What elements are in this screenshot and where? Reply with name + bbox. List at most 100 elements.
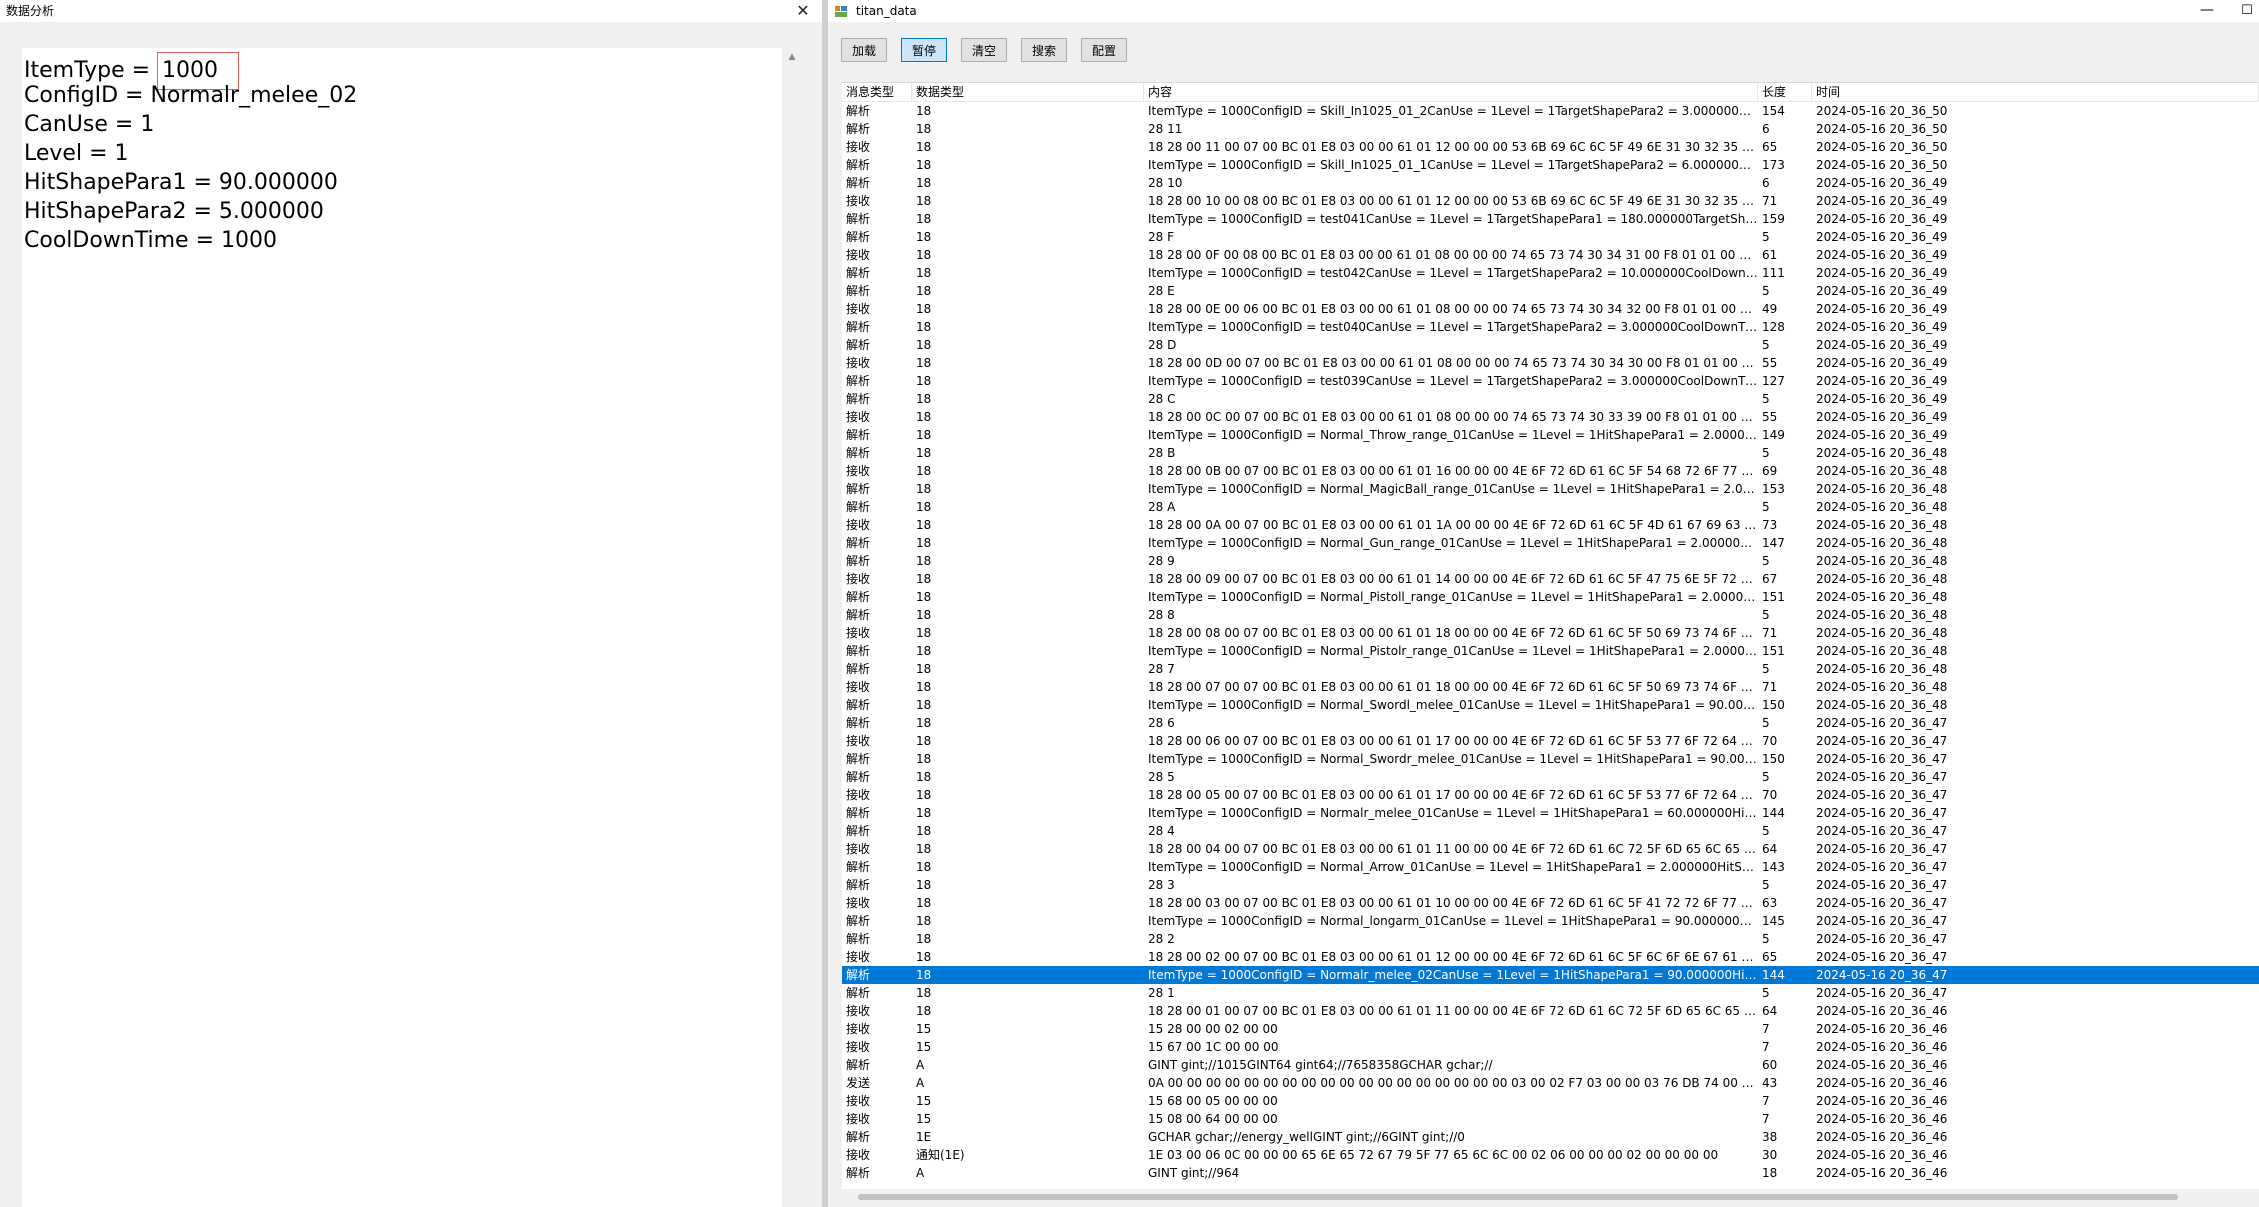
table-row[interactable]: 接收 18 18 28 00 09 00 07 00 BC 01 E8 03 00 … [842, 570, 2259, 588]
table-row[interactable]: 解析 18 ItemType = 1000ConfigID = Normal_Arr… [842, 858, 2259, 876]
table-row[interactable]: 接收 18 18 28 00 08 00 07 00 BC 01 E8 03 00 … [842, 624, 2259, 642]
table-row[interactable]: 解析 18 28 5 5 2024-05-16 20_36_47 [842, 768, 2259, 786]
table-row[interactable]: 接收 18 18 28 00 11 00 07 00 BC 01 E8 03 00 … [842, 138, 2259, 156]
table-row[interactable]: 解析 18 28 11 6 2024-05-16 20_36_50 [842, 120, 2259, 138]
scrollbar-thumb[interactable] [858, 1194, 2178, 1200]
table-row[interactable]: 解析 18 ItemType = 1000ConfigID = test040Can… [842, 318, 2259, 336]
cell-content: 18 28 00 05 00 07 00 BC 01 E8 03 00 00 6… [1148, 788, 1758, 802]
table-row[interactable]: 解析 18 28 7 5 2024-05-16 20_36_48 [842, 660, 2259, 678]
table-row[interactable]: 接收 18 18 28 00 0C 00 07 00 BC 01 E8 03 00 … [842, 408, 2259, 426]
column-header-length[interactable]: 长度 [1758, 83, 1812, 101]
table-row[interactable]: 解析 18 28 9 5 2024-05-16 20_36_48 [842, 552, 2259, 570]
cell-message-type: 接收 [846, 680, 871, 694]
table-row[interactable]: 解析 18 28 4 5 2024-05-16 20_36_47 [842, 822, 2259, 840]
table-row[interactable]: 接收 18 18 28 00 0E 00 06 00 BC 01 E8 03 00 … [842, 300, 2259, 318]
cell-length: 18 [1762, 1166, 1778, 1180]
message-grid[interactable]: 消息类型 数据类型 内容 长度 时间 解析 18 ItemType = 1000Co… [842, 82, 2259, 1190]
table-row[interactable]: 接收 15 15 67 00 1C 00 00 00 7 2024-05-16 20_3… [842, 1038, 2259, 1056]
table-row[interactable]: 接收 18 18 28 00 05 00 07 00 BC 01 E8 03 00 … [842, 786, 2259, 804]
cell-data-type: 18 [916, 266, 932, 280]
table-row[interactable]: 接收 18 18 28 00 0B 00 07 00 BC 01 E8 03 00 … [842, 462, 2259, 480]
table-row[interactable]: 解析 18 28 D 5 2024-05-16 20_36_49 [842, 336, 2259, 354]
cell-length: 153 [1762, 482, 1785, 496]
table-row[interactable]: 接收 15 15 08 00 64 00 00 00 7 2024-05-16 20_3… [842, 1110, 2259, 1128]
table-row[interactable]: 发送 A 0A 00 00 00 00 00 00 00 00 00 00 00 0… [842, 1074, 2259, 1092]
horizontal-scrollbar[interactable] [828, 1189, 2259, 1207]
column-header-time[interactable]: 时间 [1812, 83, 2259, 101]
table-row[interactable]: 解析 A GINT gint;//964 18 2024-05-16 20_36_46 [842, 1164, 2259, 1182]
table-row[interactable]: 接收 18 18 28 00 0A 00 07 00 BC 01 E8 03 00 … [842, 516, 2259, 534]
cell-message-type: 解析 [846, 590, 871, 604]
cell-length: 5 [1762, 338, 1770, 352]
table-row[interactable]: 解析 18 ItemType = 1000ConfigID = Normal_Swo… [842, 696, 2259, 714]
table-row[interactable]: 解析 18 ItemType = 1000ConfigID = Normalr_me… [842, 804, 2259, 822]
table-row[interactable]: 接收 18 18 28 00 04 00 07 00 BC 01 E8 03 00 … [842, 840, 2259, 858]
table-row[interactable]: 接收 15 15 68 00 05 00 00 00 7 2024-05-16 20_3… [842, 1092, 2259, 1110]
column-header-data-type[interactable]: 数据类型 [912, 83, 1144, 101]
table-row[interactable]: 接收 18 18 28 00 0F 00 08 00 BC 01 E8 03 00 … [842, 246, 2259, 264]
table-row[interactable]: 解析 18 28 B 5 2024-05-16 20_36_48 [842, 444, 2259, 462]
cell-length: 151 [1762, 590, 1785, 604]
cell-length: 70 [1762, 734, 1778, 748]
column-header-message-type[interactable]: 消息类型 [842, 83, 912, 101]
table-row[interactable]: 解析 18 28 C 5 2024-05-16 20_36_49 [842, 390, 2259, 408]
table-row[interactable]: 解析 18 28 F 5 2024-05-16 20_36_49 [842, 228, 2259, 246]
cell-time: 2024-05-16 20_36_48 [1816, 608, 1948, 622]
table-row[interactable]: 解析 18 ItemType = 1000ConfigID = test039Can… [842, 372, 2259, 390]
cell-length: 64 [1762, 842, 1778, 856]
table-row[interactable]: 解析 A GINT gint;//1015GINT64 gint64;//76583… [842, 1056, 2259, 1074]
cell-data-type: 18 [916, 122, 932, 136]
table-row[interactable]: 解析 18 28 E 5 2024-05-16 20_36_49 [842, 282, 2259, 300]
close-icon[interactable]: ✕ [794, 0, 812, 22]
cell-time: 2024-05-16 20_36_47 [1816, 734, 1948, 748]
cell-content: ItemType = 1000ConfigID = Normal_longarm… [1148, 914, 1758, 928]
column-header-content[interactable]: 内容 [1144, 83, 1758, 101]
table-row[interactable]: 解析 18 28 2 5 2024-05-16 20_36_47 [842, 930, 2259, 948]
table-row[interactable]: 解析 18 ItemType = 1000ConfigID = Normal_Pis… [842, 642, 2259, 660]
analysis-scrollbar[interactable]: ▲ [784, 48, 800, 1207]
table-row[interactable]: 解析 18 ItemType = 1000ConfigID = Normal_Swo… [842, 750, 2259, 768]
table-row[interactable]: 解析 18 28 6 5 2024-05-16 20_36_47 [842, 714, 2259, 732]
table-row[interactable]: 解析 1E GCHAR gchar;//energy_wellGINT gint;/… [842, 1128, 2259, 1146]
table-row-selected[interactable]: 解析 18 ItemType = 1000ConfigID = Normalr_me… [842, 966, 2259, 984]
table-row[interactable]: 接收 通知(1E) 1E 03 00 06 0C 00 00 00 65 6E 65… [842, 1146, 2259, 1164]
minimize-icon[interactable]: — [2199, 0, 2215, 22]
table-row[interactable]: 接收 18 18 28 00 07 00 07 00 BC 01 E8 03 00 … [842, 678, 2259, 696]
table-row[interactable]: 解析 18 ItemType = 1000ConfigID = test041Can… [842, 210, 2259, 228]
field-value: 1000 [221, 228, 277, 253]
table-row[interactable]: 接收 15 15 28 00 00 02 00 00 7 2024-05-16 20_3… [842, 1020, 2259, 1038]
table-row[interactable]: 解析 18 ItemType = 1000ConfigID = Skill_In10… [842, 156, 2259, 174]
table-row[interactable]: 解析 18 28 8 5 2024-05-16 20_36_48 [842, 606, 2259, 624]
pause-button[interactable]: 暂停 [901, 38, 947, 62]
table-row[interactable]: 接收 18 18 28 00 02 00 07 00 BC 01 E8 03 00 … [842, 948, 2259, 966]
table-row[interactable]: 解析 18 28 10 6 2024-05-16 20_36_49 [842, 174, 2259, 192]
table-row[interactable]: 解析 18 28 A 5 2024-05-16 20_36_48 [842, 498, 2259, 516]
cell-content: ItemType = 1000ConfigID = Normal_Swordl_… [1148, 698, 1758, 712]
table-row[interactable]: 接收 18 18 28 00 01 00 07 00 BC 01 E8 03 00 … [842, 1002, 2259, 1020]
maximize-icon[interactable]: ☐ [2239, 0, 2255, 22]
table-row[interactable]: 解析 18 ItemType = 1000ConfigID = Skill_In10… [842, 102, 2259, 120]
load-button[interactable]: 加载 [841, 38, 887, 62]
table-row[interactable]: 解析 18 ItemType = 1000ConfigID = Normal_Gun… [842, 534, 2259, 552]
analysis-titlebar: 数据分析 ✕ [0, 0, 822, 22]
table-row[interactable]: 接收 18 18 28 00 0D 00 07 00 BC 01 E8 03 00 … [842, 354, 2259, 372]
table-row[interactable]: 解析 18 28 3 5 2024-05-16 20_36_47 [842, 876, 2259, 894]
table-row[interactable]: 解析 18 ItemType = 1000ConfigID = Normal_Thr… [842, 426, 2259, 444]
cell-time: 2024-05-16 20_36_48 [1816, 536, 1948, 550]
table-row[interactable]: 解析 18 ItemType = 1000ConfigID = test042Can… [842, 264, 2259, 282]
table-row[interactable]: 接收 18 18 28 00 10 00 08 00 BC 01 E8 03 00 … [842, 192, 2259, 210]
search-button[interactable]: 搜索 [1021, 38, 1067, 62]
config-button[interactable]: 配置 [1081, 38, 1127, 62]
scroll-up-icon[interactable]: ▲ [784, 52, 800, 62]
table-row[interactable]: 解析 18 ItemType = 1000ConfigID = Normal_Pis… [842, 588, 2259, 606]
cell-content: 28 8 [1148, 608, 1175, 622]
table-row[interactable]: 接收 18 18 28 00 03 00 07 00 BC 01 E8 03 00 … [842, 894, 2259, 912]
clear-button[interactable]: 清空 [961, 38, 1007, 62]
table-row[interactable]: 接收 18 18 28 00 06 00 07 00 BC 01 E8 03 00 … [842, 732, 2259, 750]
table-row[interactable]: 解析 18 ItemType = 1000ConfigID = Normal_Mag… [842, 480, 2259, 498]
table-row[interactable]: 解析 18 28 1 5 2024-05-16 20_36_47 [842, 984, 2259, 1002]
cell-time: 2024-05-16 20_36_46 [1816, 1148, 1948, 1162]
cell-message-type: 解析 [846, 806, 871, 820]
table-row[interactable]: 解析 18 ItemType = 1000ConfigID = Normal_lon… [842, 912, 2259, 930]
cell-content: 18 28 00 0F 00 08 00 BC 01 E8 03 00 00 6… [1148, 248, 1758, 262]
